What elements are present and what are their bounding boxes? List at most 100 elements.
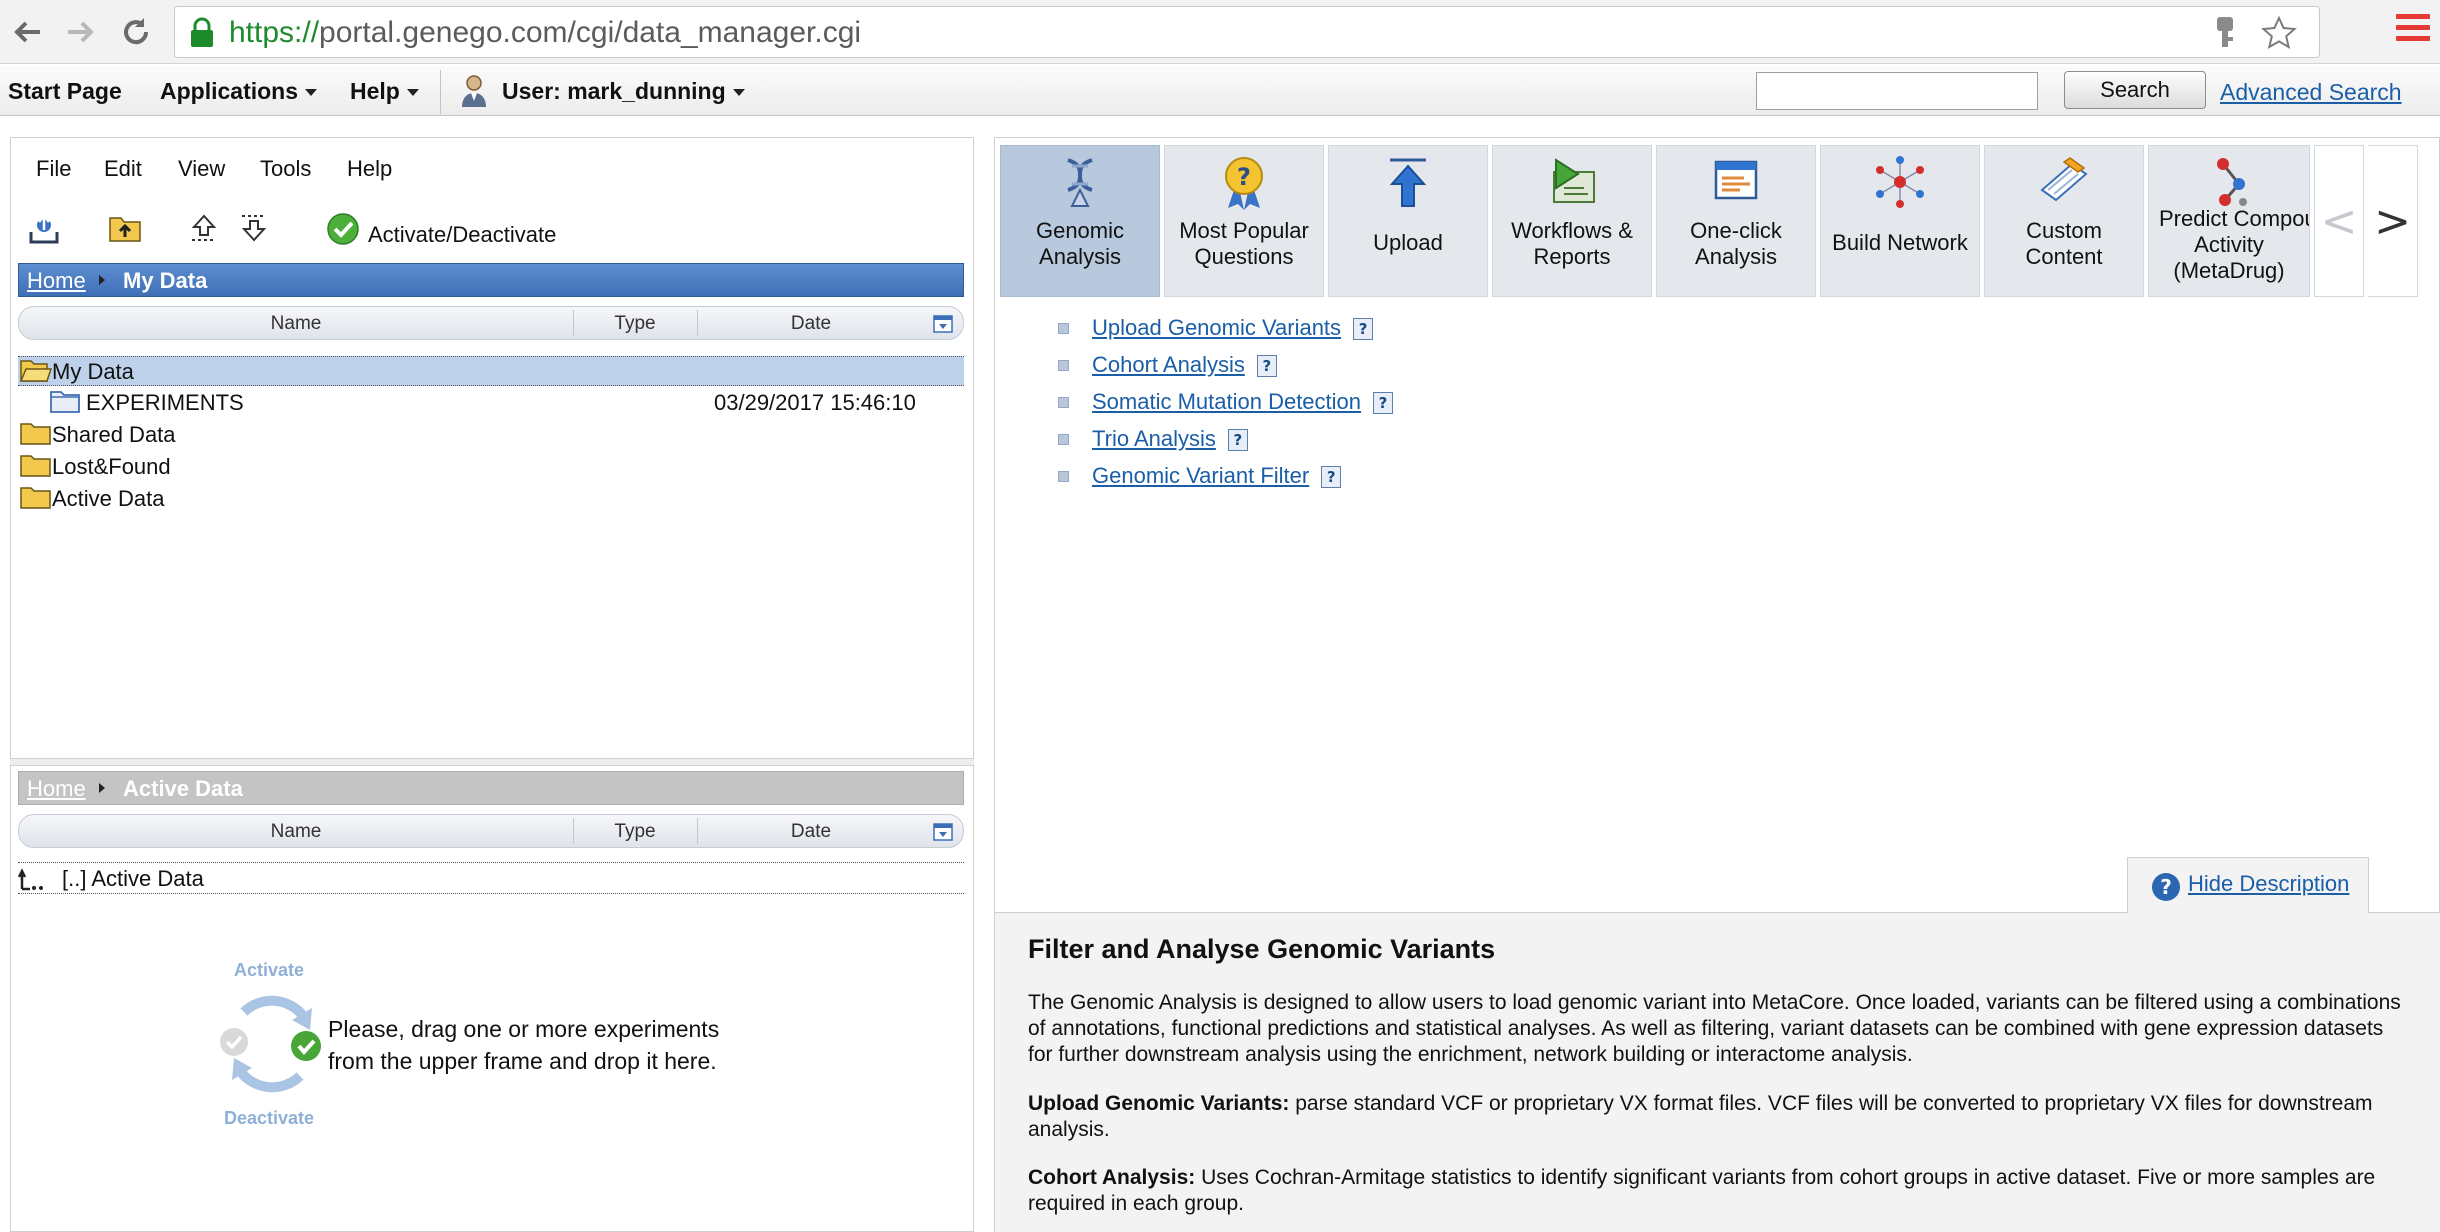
- file-menu[interactable]: File: [36, 156, 71, 182]
- forward-icon[interactable]: [56, 8, 104, 56]
- breadcrumb-home-link[interactable]: Home: [27, 268, 86, 294]
- tab-label: Upload: [1373, 230, 1443, 255]
- tab-workflows-reports[interactable]: Workflows & Reports: [1492, 145, 1652, 297]
- hide-description-link[interactable]: Hide Description: [2188, 871, 2349, 897]
- somatic-mutation-detection-link[interactable]: Somatic Mutation Detection?: [1092, 389, 1394, 415]
- tab-label: Analysis: [1039, 244, 1121, 269]
- tree-item-label: Shared Data: [52, 422, 176, 447]
- advanced-search-link[interactable]: Advanced Search: [2220, 79, 2402, 106]
- activate-check-icon[interactable]: [326, 212, 360, 251]
- description-cohort: Cohort Analysis: Uses Cochran-Armitage s…: [1028, 1166, 2376, 1215]
- key-icon[interactable]: [2215, 17, 2235, 54]
- browser-menu-icon[interactable]: [2396, 14, 2430, 48]
- lock-icon: [189, 17, 215, 54]
- carousel-prev-icon[interactable]: <: [2314, 145, 2364, 297]
- up-level-icon: [18, 868, 43, 891]
- breadcrumb-current: Active Data: [123, 776, 243, 801]
- help-book-icon[interactable]: ?: [1227, 429, 1248, 452]
- bullet: [1058, 434, 1069, 445]
- upload-genomic-variants-link[interactable]: Upload Genomic Variants?: [1092, 315, 1374, 341]
- back-icon[interactable]: [4, 8, 52, 56]
- tab-build-network[interactable]: Build Network: [1820, 145, 1980, 297]
- view-menu[interactable]: View: [178, 156, 225, 182]
- activate-deactivate-label[interactable]: Activate/Deactivate: [368, 222, 556, 248]
- tab-genomic-analysis[interactable]: Genomic Analysis: [1000, 145, 1160, 297]
- breadcrumb-active: Home Active Data: [18, 771, 964, 805]
- folder-blue-icon: [50, 391, 80, 413]
- help-book-icon[interactable]: ?: [1321, 466, 1342, 489]
- search-button[interactable]: Search: [2064, 71, 2206, 109]
- molecule-icon: [2217, 158, 2247, 206]
- tab-upload[interactable]: Upload: [1328, 145, 1488, 297]
- carousel-next-icon[interactable]: >: [2368, 145, 2418, 297]
- tree-item-active-data[interactable]: Active Data: [18, 483, 964, 513]
- column-settings-icon[interactable]: [933, 315, 953, 338]
- column-date-header[interactable]: Date: [697, 313, 925, 335]
- tab-custom-content[interactable]: Custom Content: [1984, 145, 2144, 297]
- column-name-header[interactable]: Name: [19, 821, 573, 843]
- menu-divider: [440, 70, 441, 114]
- upload-tray-icon[interactable]: [28, 212, 60, 251]
- tab-predict-compound-activity[interactable]: Predict Compou Activity (MetaDrug): [2148, 145, 2310, 297]
- column-settings-icon[interactable]: [933, 823, 953, 846]
- search-input[interactable]: [1756, 72, 2038, 110]
- column-type-header[interactable]: Type: [573, 313, 697, 335]
- upload-arrow-icon: [1389, 158, 1427, 207]
- reload-icon[interactable]: [112, 8, 160, 56]
- cohort-analysis-link[interactable]: Cohort Analysis?: [1092, 352, 1277, 378]
- address-bar[interactable]: https://portal.genego.com/cgi/data_manag…: [174, 6, 2320, 58]
- chevron-down-icon: [406, 89, 419, 97]
- applications-menu[interactable]: Applications: [160, 78, 318, 105]
- tree-item-label: EXPERIMENTS: [86, 390, 244, 415]
- tab-label: Questions: [1194, 244, 1294, 269]
- table-header-active: Name Type Date: [18, 814, 964, 848]
- list-item-parent[interactable]: [..] Active Data: [18, 862, 964, 894]
- help-menu[interactable]: Help: [350, 78, 419, 105]
- column-date-header[interactable]: Date: [697, 821, 925, 843]
- tab-one-click-analysis[interactable]: One-click Analysis: [1656, 145, 1816, 297]
- dna-icon: [1067, 158, 1093, 207]
- description-title: Filter and Analyse Genomic Variants: [1028, 934, 1496, 964]
- hide-description-tab[interactable]: ? Hide Description: [2127, 857, 2369, 913]
- folder-open-icon: [20, 360, 52, 382]
- frame-splitter[interactable]: [10, 758, 974, 766]
- tree-item-my-data[interactable]: My Data: [18, 356, 964, 386]
- genomic-variant-filter-link[interactable]: Genomic Variant Filter?: [1092, 463, 1342, 489]
- tab-label: Analysis: [1695, 244, 1777, 269]
- breadcrumb: Home My Data: [18, 263, 964, 297]
- folder-icon: [20, 455, 51, 477]
- edit-menu[interactable]: Edit: [104, 156, 142, 182]
- help-book-icon[interactable]: ?: [1256, 355, 1277, 378]
- help-book-icon[interactable]: ?: [1353, 318, 1374, 341]
- tree-item-shared-data[interactable]: Shared Data: [18, 419, 964, 449]
- move-down-icon[interactable]: [238, 212, 270, 249]
- tab-label: Most Popular: [1179, 218, 1309, 243]
- folder-icon: [20, 423, 51, 445]
- bullet: [1058, 323, 1069, 334]
- bullet: [1058, 471, 1069, 482]
- bookmark-star-icon[interactable]: [2261, 15, 2297, 56]
- trio-analysis-link[interactable]: Trio Analysis?: [1092, 426, 1248, 452]
- description-term: Cohort Analysis:: [1028, 1166, 1196, 1189]
- tab-label: Activity: [2194, 232, 2264, 257]
- chevron-down-icon: [305, 89, 318, 97]
- description-upload: Upload Genomic Variants: parse standard …: [1028, 1092, 2373, 1141]
- bullet: [1058, 397, 1069, 408]
- help-book-icon[interactable]: ?: [1373, 392, 1394, 415]
- tools-menu[interactable]: Tools: [260, 156, 311, 182]
- drop-hint-line1: Please, drag one or more experiments: [328, 1016, 720, 1042]
- help-menu-fm[interactable]: Help: [347, 156, 392, 182]
- tree-item-lost-found[interactable]: Lost&Found: [18, 451, 964, 481]
- folder-up-icon[interactable]: [108, 212, 142, 249]
- start-page-link[interactable]: Start Page: [8, 78, 122, 105]
- tree-item-experiments[interactable]: EXPERIMENTS 03/29/2017 15:46:10: [18, 387, 964, 417]
- tab-most-popular-questions[interactable]: ? Most Popular Questions: [1164, 145, 1324, 297]
- breadcrumb-arrow-icon: [99, 275, 105, 285]
- question-medal-icon: ?: [1225, 157, 1263, 210]
- chevron-down-icon: [732, 89, 745, 97]
- move-up-icon[interactable]: [188, 212, 220, 249]
- breadcrumb-home-link[interactable]: Home: [27, 776, 86, 802]
- column-type-header[interactable]: Type: [573, 821, 697, 843]
- user-menu[interactable]: User: mark_dunning: [502, 78, 745, 105]
- column-name-header[interactable]: Name: [19, 313, 573, 335]
